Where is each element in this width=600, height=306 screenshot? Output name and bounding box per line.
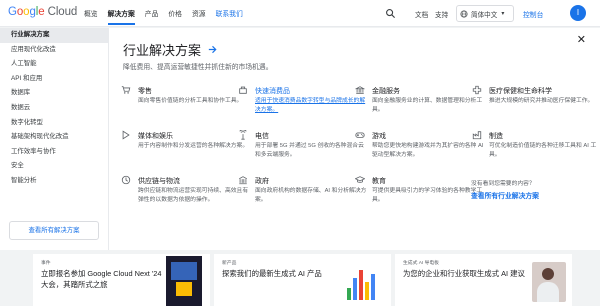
nav-overview[interactable]: 概览 [84,8,98,25]
language-label: 简体中文 [471,11,498,19]
promo-card-genai[interactable]: 新产品 探索我们的最新生成式 AI 产品 [214,254,391,306]
solutions-sidebar: 行业解决方案 应用现代化改造 人工智能 API 和应用 数据库 数据云 数字化转… [0,28,109,250]
cpg-icon [239,86,247,94]
telecom-icon [239,130,247,140]
sidebar-item-analytics[interactable]: 智能分析 [0,174,108,189]
edu-icon [355,176,365,183]
support-link[interactable]: 支持 [435,9,448,19]
avatar[interactable]: I [570,5,586,21]
cart-icon [121,86,131,94]
docs-link[interactable]: 文档 [415,9,428,19]
industry-solutions-panel: ✕ 行业解决方案 降低费用、提高运营敏捷性并抓住新的市场机遇。 零售 面向零售价… [109,28,600,250]
main-nav: 概览 解决方案 产品 价格 资源 联系我们 [84,8,253,25]
factory-icon [472,131,482,140]
gov-icon [239,176,247,185]
media-icon [122,130,130,140]
nav-pricing[interactable]: 价格 [168,8,182,25]
close-icon[interactable]: ✕ [577,33,586,46]
sidebar-item-data-cloud[interactable]: 数据云 [0,101,108,116]
sidebar-item-digital-transformation[interactable]: 数字化转型 [0,116,108,131]
sidebar-item-ai[interactable]: 人工智能 [0,57,108,72]
promo-image [166,256,202,306]
chevron-down-icon: ▾ [501,11,505,17]
nav-contact-us[interactable]: 联系我们 [216,8,243,25]
sidebar-item-infrastructure[interactable]: 基础架构现代化改造 [0,130,108,145]
arrow-right-icon [208,45,217,54]
bank-icon [355,86,365,94]
panel-description: 降低费用、提高运营敏捷性并抓住新的市场机遇。 [123,64,273,71]
sidebar-item-productivity[interactable]: 工作效率与协作 [0,145,108,160]
promo-card-next[interactable]: 事件 立即报名参加 Google Cloud Next '24 大会，其踏所式之… [33,254,210,306]
top-bar: Google Cloud 概览 解决方案 产品 价格 资源 联系我们 文档 支持… [0,0,600,27]
health-icon [472,85,482,95]
sidebar-item-api-apps[interactable]: API 和应用 [0,72,108,87]
game-icon [355,132,365,138]
sidebar-item-industry[interactable]: 行业解决方案 [0,28,108,43]
promo-card-navigator[interactable]: 生成式 AI 导电板 为您的企业和行业获取生成式 AI 建议 [395,254,572,306]
console-link[interactable]: 控制台 [523,9,543,19]
language-select[interactable]: 简体中文 ▾ [456,5,514,22]
nav-solutions[interactable]: 解决方案 [107,8,135,25]
nav-resources[interactable]: 资源 [192,8,206,25]
sidebar-item-databases[interactable]: 数据库 [0,86,108,101]
view-all-solutions-button[interactable]: 查看所有解决方案 [9,221,99,240]
people-photo [532,262,566,302]
search-icon[interactable] [385,8,396,19]
sidebar-item-app-modernization[interactable]: 应用现代化改造 [0,43,108,58]
supply-icon [121,175,131,185]
google-cloud-logo[interactable]: Google Cloud [8,6,77,18]
panel-title[interactable]: 行业解决方案 [123,40,218,59]
globe-icon [460,10,468,17]
view-all-industries-link[interactable]: 查看所有行业解决方案 [471,190,539,200]
chart-graphic [345,260,381,300]
ask-text: 没有看到您需要的内容？ [471,181,535,187]
nav-products[interactable]: 产品 [145,8,159,25]
sidebar-item-security[interactable]: 安全 [0,159,108,174]
